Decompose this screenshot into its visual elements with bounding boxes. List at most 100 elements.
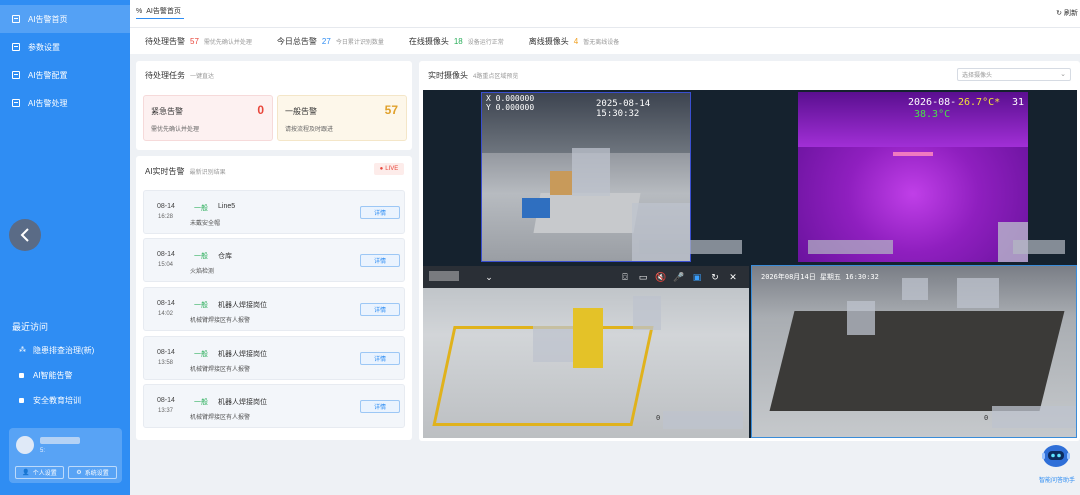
alert-list-item[interactable]: 08-14 14:02 一般 机器人焊接岗位 机械臂焊接区有人报警 详情: [143, 287, 405, 331]
nav-item-ai-alarm-home[interactable]: AI告警首页: [0, 5, 130, 33]
live-label: LIVE: [385, 166, 399, 172]
alert-time: 14:02: [158, 311, 174, 317]
alert-list-item[interactable]: 08-14 13:58 一般 机器人焊接岗位 机械臂焊接区有人报警 详情: [143, 336, 405, 380]
breadcrumb[interactable]: % AI告警首页: [136, 6, 181, 16]
recent-item-safety-training[interactable]: 安全教育培训: [19, 395, 81, 406]
recent-item-ai-alarm[interactable]: AI智能告警: [19, 370, 73, 381]
live-badge: ● LIVE: [374, 163, 404, 175]
alert-detail-button[interactable]: 详情: [360, 400, 400, 413]
recent-item-hazard-investigation[interactable]: ⁂ 隐患排查治理(新): [19, 345, 94, 356]
alert-level: 一般: [194, 399, 208, 406]
mute-icon[interactable]: 🔇: [655, 271, 667, 283]
camera-feed-2[interactable]: 2026-08- 26.7°C* 31 38.3°C: [798, 92, 1028, 262]
realtime-subtitle: 最新识别结果: [189, 170, 226, 176]
robot-assistant-icon[interactable]: [1041, 443, 1071, 469]
redacted-region: [533, 326, 573, 362]
urgent-alarm-card[interactable]: 紧急告警 需优先确认并处理 0: [143, 95, 273, 141]
alert-description: 未戴安全帽: [190, 221, 221, 227]
config-icon: [12, 71, 20, 79]
camera-select-placeholder: 选择摄像头: [962, 73, 993, 79]
personal-settings-button[interactable]: 👤 个人设置: [15, 466, 64, 479]
general-alarm-label: 一般告警: [285, 107, 317, 116]
refresh-icon: ↻: [1056, 10, 1063, 17]
alert-detail-button[interactable]: 详情: [360, 206, 400, 219]
personal-settings-label: 个人设置: [32, 471, 57, 477]
alert-location: 仓库: [218, 253, 232, 260]
refresh-button[interactable]: ↻ 刷新: [1056, 8, 1078, 18]
panel-title: AI实时告警 最新识别结果: [145, 166, 226, 177]
chevron-down-icon: ⌄: [1060, 71, 1066, 78]
pending-subtitle: 一键直达: [190, 74, 215, 80]
redacted-region: [572, 148, 610, 196]
alert-detail-button[interactable]: 详情: [360, 303, 400, 316]
nav-item-ai-alarm-handling[interactable]: AI告警处理: [0, 89, 130, 117]
system-settings-button[interactable]: ⚙ 系统设置: [68, 466, 117, 479]
alert-location: 机器人焊接岗位: [218, 351, 267, 358]
recent-item-label: 安全教育培训: [33, 396, 81, 405]
stat-value: 57: [190, 36, 199, 46]
user-icon: 👤: [22, 470, 30, 476]
channel-label: 0: [656, 414, 661, 422]
recent-visits-title: 最近访问: [12, 322, 49, 332]
alert-detail-button[interactable]: 详情: [360, 254, 400, 267]
temperature-min: 38.3°C: [914, 109, 951, 120]
channel-label: 0: [984, 414, 989, 422]
urgent-alarm-desc: 需优先确认并处理: [151, 127, 200, 133]
recent-item-label: 隐患排查治理(新): [33, 346, 95, 355]
redacted-label: [663, 411, 743, 429]
handling-icon: [12, 99, 20, 107]
stat-label: 待处理告警: [145, 36, 185, 46]
chevron-down-icon[interactable]: ⌄: [483, 271, 495, 283]
alert-level: 一般: [194, 253, 208, 260]
assistant-label[interactable]: 智能问答助手: [1039, 475, 1075, 484]
record-dot-icon: ●: [379, 166, 384, 172]
alert-level: 一般: [194, 205, 208, 212]
alert-level: 一般: [194, 302, 208, 309]
alert-date: 08-14: [157, 251, 175, 258]
camera-feed-1[interactable]: X 0.000000 Y 0.000000 2025-08-14 15:30:3…: [481, 92, 691, 262]
nav-item-ai-alarm-config[interactable]: AI告警配置: [0, 61, 130, 89]
bullet-icon: [19, 373, 24, 378]
redacted-label: [992, 406, 1076, 428]
alert-location: Line5: [218, 203, 236, 210]
nav-item-parameter-settings[interactable]: 参数设置: [0, 33, 130, 61]
stat-desc: 需优先确认并处理: [203, 39, 252, 46]
stat-item: 今日总告警 27 今日累计识别数量: [277, 36, 384, 47]
alert-list-item[interactable]: 08-14 13:37 一般 机器人焊接岗位 机械臂焊接区有人报警 详情: [143, 384, 405, 428]
link-icon: %: [136, 7, 143, 15]
alert-list-item[interactable]: 08-14 16:28 一般 Line5 未戴安全帽 详情: [143, 190, 405, 234]
thermal-hotspot: [893, 152, 933, 156]
redacted-region: [957, 278, 999, 308]
camera-feed-3[interactable]: 0: [423, 266, 749, 438]
nav-item-label: AI告警配置: [28, 70, 68, 80]
stats-bar: 待处理告警 57 需优先确认并处理 今日总告警 27 今日累计识别数量 在线摄像头 18 设备运…: [130, 28, 1080, 54]
nav-item-label: AI告警首页: [28, 14, 68, 24]
redacted-label: [1013, 240, 1065, 254]
stat-label: 今日总告警: [276, 36, 317, 46]
user-name-redacted: [40, 437, 80, 444]
close-icon[interactable]: ✕: [727, 271, 739, 283]
camera-feed-4[interactable]: 2026年08月14日 星期五 16:30:32 0: [751, 265, 1077, 438]
video-record-icon[interactable]: ▭: [637, 271, 649, 283]
nav-item-label: AI告警处理: [28, 98, 68, 108]
stat-label: 离线摄像头: [528, 36, 569, 46]
breadcrumb-bar: % AI告警首页 ↻ 刷新: [130, 0, 1080, 28]
microphone-icon[interactable]: 🎤: [673, 271, 685, 283]
settings-icon: [12, 43, 20, 51]
panel-title: 实时摄像头 4路重点区域预览: [428, 70, 518, 81]
redacted-label: [808, 240, 893, 254]
home-icon: [12, 15, 20, 23]
camera-select[interactable]: 选择摄像头 ⌄: [957, 68, 1071, 81]
alert-description: 火焰检测: [190, 269, 215, 275]
general-alarm-card[interactable]: 一般告警 请按流程及时跟进 57: [277, 95, 407, 141]
refresh-icon[interactable]: ↻: [709, 271, 721, 283]
alert-list-item[interactable]: 08-14 15:04 一般 仓库 火焰检测 详情: [143, 238, 405, 282]
collapse-sidebar-button[interactable]: [9, 219, 41, 251]
feed-timestamp: 2026-08-: [908, 97, 957, 108]
urgent-alarm-label: 紧急告警: [151, 107, 183, 116]
camera-icon[interactable]: ⌼: [619, 271, 631, 283]
alert-detail-button[interactable]: 详情: [360, 352, 400, 365]
avatar[interactable]: [16, 436, 34, 454]
feed-suffix: 31: [1012, 97, 1025, 108]
screen-icon[interactable]: ▣: [691, 271, 703, 283]
